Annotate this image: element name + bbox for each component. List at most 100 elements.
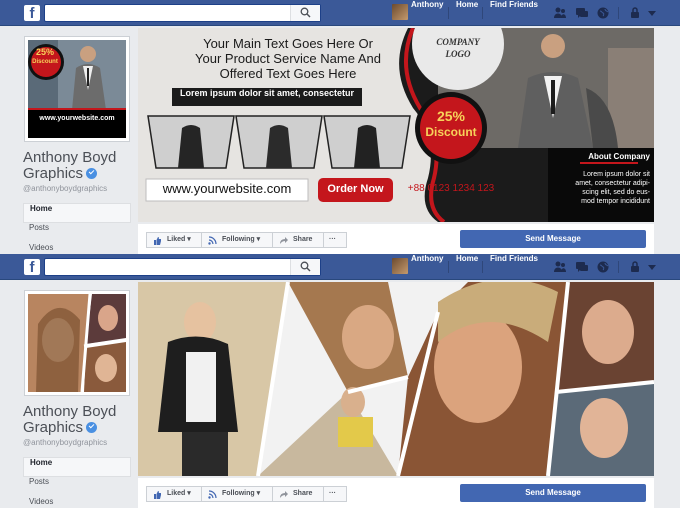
nav-divider [482, 261, 483, 273]
page-name-line2: Graphics [23, 419, 84, 436]
globe-icon[interactable] [596, 260, 610, 274]
cover-collage-artwork [138, 282, 654, 476]
facebook-logo-icon[interactable]: f [24, 259, 40, 276]
nav-user-name[interactable]: Anthony [411, 0, 443, 26]
following-label: Following [222, 490, 255, 497]
share-label: Share [293, 490, 313, 497]
cover-headline-1: Your Main Text Goes Here Or [203, 36, 373, 51]
search-button[interactable] [290, 259, 320, 275]
facebook-page-mockup-business: f Anthony Home Find Friends 25% Discount… [0, 0, 680, 254]
globe-icon[interactable] [596, 6, 610, 20]
user-avatar[interactable] [392, 258, 408, 274]
nav-home-link[interactable]: Home [456, 254, 478, 280]
search-icon [300, 261, 311, 272]
profile-picture-collage [28, 293, 127, 393]
cover-headline-3: Offered Text Goes Here [219, 66, 357, 81]
about-line-4: mod tempor incididunt [581, 198, 650, 205]
friends-icon[interactable] [553, 6, 567, 20]
company-logo-line2: LOGO [445, 49, 471, 59]
sidebar-item-videos[interactable]: Videos [23, 243, 131, 254]
nav-find-friends-link[interactable]: Find Friends [490, 254, 538, 280]
page-action-bar: Liked ▾ Following ▾ Share ··· Send Messa… [138, 478, 654, 508]
rss-icon [208, 490, 217, 499]
search-button[interactable] [290, 5, 320, 21]
page-name-line2: Graphics [23, 165, 84, 182]
caret-down-icon[interactable] [645, 6, 659, 20]
share-button[interactable]: Share [272, 232, 324, 248]
cover-sub-banner: Lorem ipsum dolor sit amet, consectetur [179, 88, 355, 98]
page-name[interactable]: Anthony Boyd Graphics [23, 404, 143, 436]
caret-down-icon[interactable] [645, 260, 659, 274]
thumbs-up-icon [154, 237, 161, 245]
user-avatar[interactable] [392, 4, 408, 20]
sidebar-item-posts[interactable]: Posts [23, 477, 131, 497]
cover-photo[interactable] [138, 282, 654, 476]
nav-divider [482, 7, 483, 19]
sidebar-item-posts[interactable]: Posts [23, 223, 131, 243]
verified-badge-icon [86, 422, 98, 433]
sidebar-nav: Home Posts Videos [23, 457, 131, 508]
verified-badge-icon [86, 168, 98, 179]
sidebar-item-videos[interactable]: Videos [23, 497, 131, 508]
page-handle[interactable]: @anthonyboydgraphics [23, 184, 107, 193]
send-message-button[interactable]: Send Message [460, 484, 646, 502]
send-message-button[interactable]: Send Message [460, 230, 646, 248]
about-line-2: amet, consectetur adipi- [575, 180, 650, 187]
friends-icon[interactable] [553, 260, 567, 274]
cover-discount-percent: 25% [436, 108, 466, 124]
page-handle[interactable]: @anthonyboydgraphics [23, 438, 107, 447]
liked-button[interactable]: Liked ▾ [146, 486, 202, 502]
profile-discount-percent: 25% [35, 47, 54, 57]
nav-divider [618, 261, 619, 273]
page-action-bar: Liked ▾ Following ▾ Share ··· Send Messa… [138, 224, 654, 254]
company-logo-line1: COMPANY [436, 37, 480, 47]
nav-divider [448, 7, 449, 19]
cover-website: www.yourwebsite.com [162, 181, 292, 196]
page-name-line1: Anthony Boyd [23, 403, 117, 420]
top-navigation-bar: f Anthony Home Find Friends [0, 0, 680, 26]
about-company-title: About Company [588, 152, 650, 161]
profile-picture[interactable] [24, 290, 130, 396]
search-icon [300, 7, 311, 18]
messages-icon[interactable] [575, 6, 589, 20]
cover-discount-label: Discount [425, 125, 477, 139]
lock-icon[interactable] [628, 260, 642, 274]
nav-divider [618, 7, 619, 19]
share-arrow-icon [280, 237, 288, 244]
following-button[interactable]: Following ▾ [201, 486, 273, 502]
search-input[interactable] [44, 4, 321, 22]
share-label: Share [293, 236, 313, 243]
more-button[interactable]: ··· [323, 232, 347, 248]
share-arrow-icon [280, 491, 288, 498]
profile-website: www.yourwebsite.com [39, 115, 115, 122]
liked-label: Liked [167, 236, 186, 243]
following-label: Following [222, 236, 255, 243]
cover-headline-2: Your Product Service Name And [195, 51, 381, 66]
liked-button[interactable]: Liked ▾ [146, 232, 202, 248]
nav-home-link[interactable]: Home [456, 0, 478, 26]
facebook-page-mockup-collage: f Anthony Home Find Friends Anthony Boyd… [0, 254, 680, 508]
nav-divider [448, 261, 449, 273]
sidebar-item-home[interactable]: Home [23, 457, 131, 477]
thumbs-up-icon [154, 491, 161, 499]
nav-find-friends-link[interactable]: Find Friends [490, 0, 538, 26]
sidebar-nav: Home Posts Videos [23, 203, 131, 254]
messages-icon[interactable] [575, 260, 589, 274]
rss-icon [208, 236, 217, 245]
cover-photo[interactable]: Your Main Text Goes Here Or Your Product… [138, 28, 654, 222]
facebook-logo-icon[interactable]: f [24, 5, 40, 22]
profile-picture[interactable]: 25% Discount www.yourwebsite.com [24, 36, 130, 142]
lock-icon[interactable] [628, 6, 642, 20]
search-input[interactable] [44, 258, 321, 276]
order-now-badge: Order Now [327, 183, 384, 195]
share-button[interactable]: Share [272, 486, 324, 502]
about-line-3: scing elit, sed do eus- [582, 189, 650, 196]
more-button[interactable]: ··· [323, 486, 347, 502]
sidebar-item-home[interactable]: Home [23, 203, 131, 223]
top-navigation-bar: f Anthony Home Find Friends [0, 254, 680, 280]
following-button[interactable]: Following ▾ [201, 232, 273, 248]
nav-user-name[interactable]: Anthony [411, 254, 443, 280]
page-name[interactable]: Anthony Boyd Graphics [23, 150, 143, 182]
cover-phone: +88 0123 1234 123 [407, 183, 495, 194]
liked-label: Liked [167, 490, 186, 497]
